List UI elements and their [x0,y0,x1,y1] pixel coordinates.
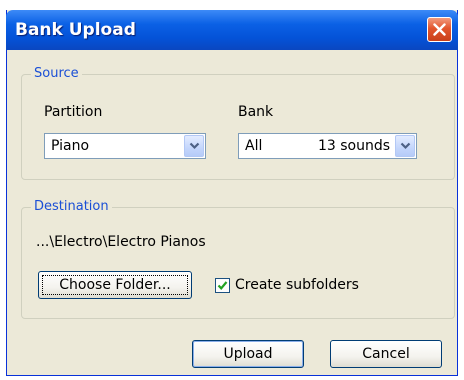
bank-select[interactable]: All 13 sounds [238,133,417,159]
window-title: Bank Upload [15,20,136,40]
choose-folder-button[interactable]: Choose Folder... [38,271,192,299]
destination-path: ...\Electro\Electro Pianos [36,234,206,250]
source-legend: Source [31,66,82,81]
create-subfolders-label[interactable]: Create subfolders [235,277,359,293]
partition-dropdown-button[interactable] [184,135,204,157]
bank-sound-count: 13 sounds [318,138,391,154]
dialog-window [6,10,458,376]
close-icon [433,23,446,36]
partition-label: Partition [44,104,103,120]
bank-value: All [245,138,263,154]
destination-group: Destination [21,199,455,319]
partition-select[interactable]: Piano [44,133,206,159]
chevron-down-icon [400,142,411,150]
upload-button[interactable]: Upload [192,340,304,368]
create-subfolders-checkbox[interactable] [215,278,230,293]
partition-value: Piano [51,138,90,154]
cancel-button[interactable]: Cancel [330,340,442,368]
destination-legend: Destination [31,199,112,214]
close-button[interactable] [427,17,452,42]
checkmark-icon [217,281,228,290]
chevron-down-icon [189,142,200,150]
source-group: Source [21,66,455,180]
bank-label: Bank [238,104,274,120]
bank-dropdown-button[interactable] [395,135,415,157]
title-bar[interactable]: Bank Upload [6,10,458,50]
